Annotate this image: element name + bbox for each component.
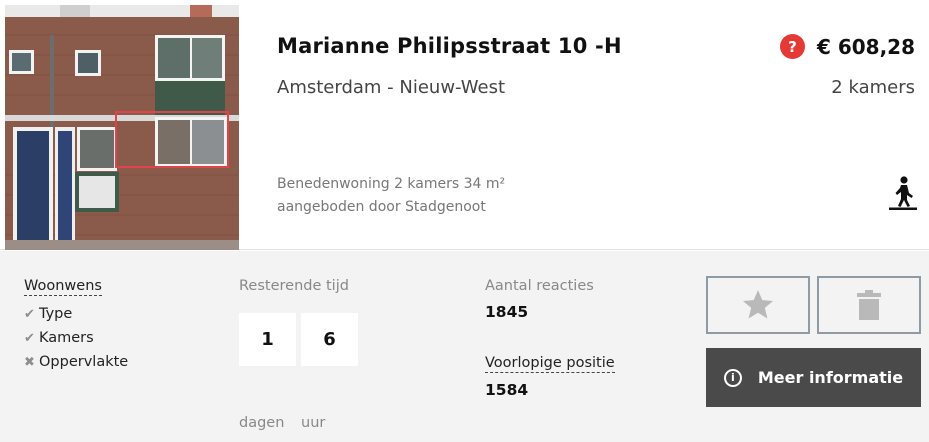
more-info-label: Meer informatie: [757, 368, 904, 387]
housing-wish-title[interactable]: Woonwens: [24, 278, 102, 296]
listing-provider: aangeboden door Stadgenoot: [277, 199, 486, 215]
remaining-time-label: Resterende tijd: [239, 278, 349, 294]
star-icon: [742, 290, 774, 319]
listing-type-size: Benedenwoning 2 kamers 34 m²: [277, 176, 506, 192]
check-icon: ✔: [24, 330, 35, 346]
reactions-label: Aantal reacties: [485, 278, 594, 294]
countdown-days: 1: [239, 313, 296, 366]
position-label[interactable]: Voorlopige positie: [485, 355, 615, 373]
countdown-hours-unit: uur: [301, 415, 326, 431]
listing-rooms: 2 kamers: [831, 77, 915, 98]
listing-photo[interactable]: [5, 5, 239, 250]
housing-wish: Woonwens ✔ Type ✔ Kamers ✖ Oppervlakte: [24, 278, 128, 374]
more-info-button[interactable]: i Meer informatie: [706, 348, 921, 407]
reaction-stats: Aantal reacties 1845 Voorlopige positie …: [485, 278, 615, 399]
position-value: 1584: [485, 381, 529, 399]
wish-item-label: Kamers: [39, 330, 94, 346]
check-icon: ✔: [24, 306, 35, 322]
house-photo-image: [5, 5, 239, 250]
price-row: ? € 608,28: [779, 34, 915, 59]
favorite-button[interactable]: [706, 276, 810, 334]
countdown: 1 6: [239, 313, 363, 366]
listing-price: € 608,28: [816, 34, 915, 59]
wish-item-label: Type: [39, 306, 73, 322]
listing-description: Benedenwoning 2 kamers 34 m² aangeboden …: [277, 173, 505, 219]
help-icon[interactable]: ?: [779, 34, 805, 59]
wish-item-type: ✔ Type: [24, 302, 128, 326]
listing-details-panel: Woonwens ✔ Type ✔ Kamers ✖ Oppervlakte R…: [0, 251, 929, 442]
accessible-walking-icon: [889, 176, 917, 210]
wish-item-surface: ✖ Oppervlakte: [24, 350, 128, 374]
wish-item-rooms: ✔ Kamers: [24, 326, 128, 350]
listing-location: Amsterdam - Nieuw-West: [277, 77, 506, 98]
remaining-time: Resterende tijd 1 6 dagen uur: [239, 278, 358, 431]
listing-card: Marianne Philipsstraat 10 -H Amsterdam -…: [0, 0, 929, 442]
countdown-days-unit: dagen: [239, 415, 285, 431]
countdown-hours: 6: [301, 313, 358, 366]
trash-icon: [857, 290, 881, 320]
listing-address[interactable]: Marianne Philipsstraat 10 -H: [277, 34, 622, 58]
cross-icon: ✖: [24, 354, 35, 370]
remove-button[interactable]: [817, 276, 921, 334]
reactions-value: 1845: [485, 303, 529, 321]
info-icon: i: [723, 368, 742, 387]
listing-header: Marianne Philipsstraat 10 -H Amsterdam -…: [0, 0, 929, 250]
wish-item-label: Oppervlakte: [39, 354, 129, 370]
